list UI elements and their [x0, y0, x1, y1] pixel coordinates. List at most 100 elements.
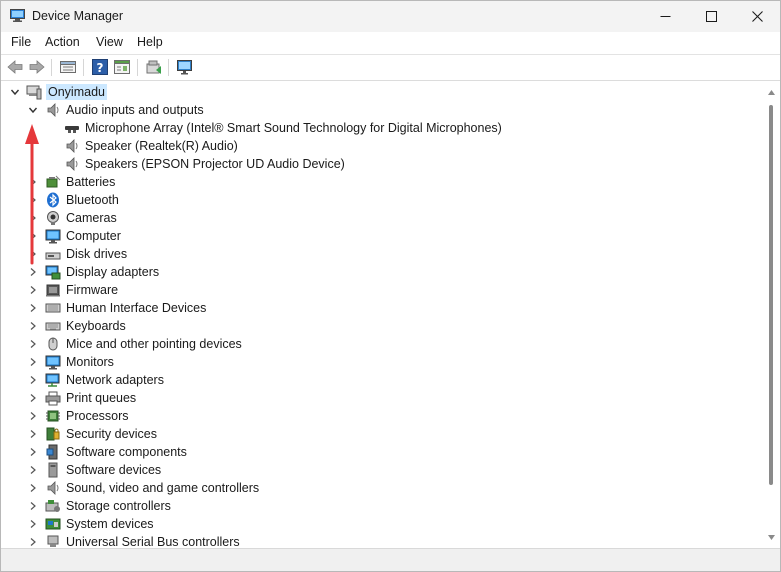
- display-adapter-icon: [45, 265, 61, 280]
- root-node-label: Onyimadu: [46, 84, 107, 100]
- tree-item-label: Software devices: [66, 463, 162, 477]
- chevron-right-icon[interactable]: [27, 248, 39, 260]
- close-button[interactable]: [734, 1, 780, 32]
- tree-item-display-adapters[interactable]: Display adapters: [2, 263, 762, 281]
- chevron-right-icon[interactable]: [27, 446, 39, 458]
- tree-item-cameras[interactable]: Cameras: [2, 209, 762, 227]
- tree-child-item[interactable]: Microphone Array (Intel® Smart Sound Tec…: [2, 119, 762, 137]
- chevron-right-icon[interactable]: [27, 356, 39, 368]
- title-bar[interactable]: Device Manager: [1, 1, 780, 32]
- network-adapter-icon: [45, 373, 60, 387]
- tree-item-label: Speaker (Realtek(R) Audio): [85, 139, 238, 153]
- chevron-right-icon[interactable]: [27, 194, 39, 206]
- microphone-icon: [65, 126, 79, 133]
- tree-item-mice-and-other-pointing-devices[interactable]: Mice and other pointing devices: [2, 335, 762, 353]
- tree-item-label: Audio inputs and outputs: [66, 103, 204, 117]
- battery-icon: [46, 175, 61, 188]
- chevron-right-icon[interactable]: [27, 410, 39, 422]
- chevron-right-icon[interactable]: [27, 302, 39, 314]
- computer-icon: [45, 229, 61, 244]
- tree-item-software-components[interactable]: Software components: [2, 443, 762, 461]
- tree-item-label: Software components: [66, 445, 187, 459]
- properties-icon[interactable]: [59, 58, 77, 76]
- maximize-icon: [705, 11, 717, 22]
- tree-item-human-interface-devices[interactable]: Human Interface Devices: [2, 299, 762, 317]
- chevron-right-icon[interactable]: [27, 518, 39, 530]
- device-manager-window: Device Manager File Action View Help ? O…: [0, 0, 781, 572]
- tree-item-system-devices[interactable]: System devices: [2, 515, 762, 533]
- tree-item-monitors[interactable]: Monitors: [2, 353, 762, 371]
- chevron-right-icon[interactable]: [27, 320, 39, 332]
- chevron-down-icon[interactable]: [27, 104, 39, 116]
- tree-item-computer[interactable]: Computer: [2, 227, 762, 245]
- help-icon[interactable]: ?: [91, 58, 109, 76]
- tree-child-item[interactable]: Speaker (Realtek(R) Audio): [2, 137, 762, 155]
- tree-item-network-adapters[interactable]: Network adapters: [2, 371, 762, 389]
- security-device-icon: [46, 427, 60, 441]
- tree-item-label: Mice and other pointing devices: [66, 337, 242, 351]
- menu-action[interactable]: Action: [45, 35, 80, 49]
- chevron-right-icon[interactable]: [27, 428, 39, 440]
- scroll-down-arrow-icon[interactable]: [767, 533, 776, 542]
- tree-item-sound-video-and-game-controllers[interactable]: Sound, video and game controllers: [2, 479, 762, 497]
- tree-item-label: Security devices: [66, 427, 158, 441]
- menu-view[interactable]: View: [96, 35, 123, 49]
- software-device-icon: [48, 462, 58, 478]
- chevron-right-icon[interactable]: [27, 464, 39, 476]
- chevron-right-icon[interactable]: [27, 176, 39, 188]
- tree-item-label: Speakers (EPSON Projector UD Audio Devic…: [85, 157, 345, 171]
- tree-item-bluetooth[interactable]: Bluetooth: [2, 191, 762, 209]
- chevron-right-icon[interactable]: [27, 500, 39, 512]
- device-manager-app-icon: [10, 9, 25, 22]
- monitor-scan-icon[interactable]: [176, 58, 194, 76]
- chevron-right-icon[interactable]: [27, 284, 39, 296]
- tree-item-print-queues[interactable]: Print queues: [2, 389, 762, 407]
- back-arrow-icon[interactable]: [6, 58, 24, 76]
- tree-item-label: Display adapters: [66, 265, 160, 279]
- tree-item-label: Monitors: [66, 355, 114, 369]
- vertical-scrollbar[interactable]: [763, 83, 780, 547]
- toolbar-separator: [137, 59, 138, 76]
- tree-item-storage-controllers[interactable]: Storage controllers: [2, 497, 762, 515]
- update-driver-icon[interactable]: [145, 58, 163, 76]
- scrollbar-thumb[interactable]: [769, 105, 773, 485]
- tree-item-firmware[interactable]: Firmware: [2, 281, 762, 299]
- tree-item-audio-inputs-and-outputs[interactable]: Audio inputs and outputs: [2, 101, 762, 119]
- chevron-right-icon[interactable]: [27, 338, 39, 350]
- keyboard-icon: [45, 322, 61, 331]
- chevron-right-icon[interactable]: [27, 212, 39, 224]
- chevron-right-icon[interactable]: [27, 482, 39, 494]
- toolbar-separator: [83, 59, 84, 76]
- tree-item-label: Print queues: [66, 391, 137, 405]
- chevron-right-icon[interactable]: [27, 266, 39, 278]
- minimize-icon: [660, 16, 670, 17]
- tree-item-security-devices[interactable]: Security devices: [2, 425, 762, 443]
- forward-arrow-icon[interactable]: [28, 58, 46, 76]
- tree-root[interactable]: Onyimadu: [2, 83, 762, 101]
- chevron-right-icon[interactable]: [27, 536, 39, 547]
- chevron-right-icon[interactable]: [27, 392, 39, 404]
- tree-item-label: Bluetooth: [66, 193, 119, 207]
- minimize-button[interactable]: [642, 1, 688, 32]
- tree-item-batteries[interactable]: Batteries: [2, 173, 762, 191]
- toolbar-separator: [168, 59, 169, 76]
- chevron-down-icon[interactable]: [9, 86, 21, 98]
- tree-item-keyboards[interactable]: Keyboards: [2, 317, 762, 335]
- menu-file[interactable]: File: [11, 35, 31, 49]
- tree-item-disk-drives[interactable]: Disk drives: [2, 245, 762, 263]
- menu-help[interactable]: Help: [137, 35, 163, 49]
- disk-drive-icon: [45, 252, 61, 260]
- tree-item-software-devices[interactable]: Software devices: [2, 461, 762, 479]
- chevron-right-icon[interactable]: [27, 230, 39, 242]
- maximize-button[interactable]: [688, 1, 734, 32]
- tree-item-universal-serial-bus-controllers[interactable]: Universal Serial Bus controllers: [2, 533, 762, 547]
- camera-icon: [47, 211, 59, 225]
- scroll-up-arrow-icon[interactable]: [767, 88, 776, 97]
- tree-item-label: Sound, video and game controllers: [66, 481, 260, 495]
- device-tree: Onyimadu Audio inputs and outputs Micropho…: [2, 83, 763, 547]
- view-list-icon[interactable]: [113, 58, 131, 76]
- tree-item-label: Cameras: [66, 211, 117, 225]
- chevron-right-icon[interactable]: [27, 374, 39, 386]
- tree-item-processors[interactable]: Processors: [2, 407, 762, 425]
- tree-child-item[interactable]: Speakers (EPSON Projector UD Audio Devic…: [2, 155, 762, 173]
